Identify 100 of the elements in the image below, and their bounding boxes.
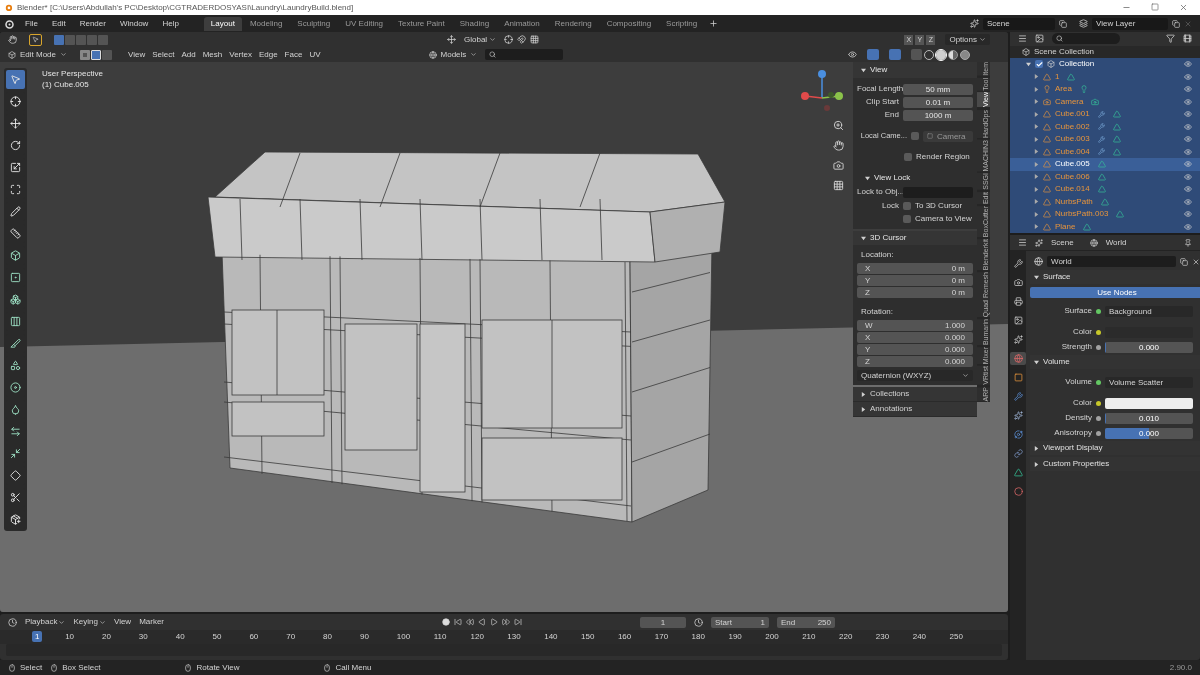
- outliner-item[interactable]: Collection: [1059, 58, 1095, 71]
- use-nodes-button[interactable]: Use Nodes: [1030, 287, 1200, 298]
- shading-button[interactable]: [948, 49, 958, 60]
- current-frame-marker[interactable]: 1: [32, 631, 43, 642]
- copy-icon[interactable]: [1172, 19, 1180, 28]
- globe-icon[interactable]: [1034, 257, 1043, 266]
- eye-icon[interactable]: [1184, 122, 1192, 131]
- filter-icon[interactable]: [1166, 34, 1175, 44]
- search-field[interactable]: [485, 49, 564, 60]
- shading-button[interactable]: [960, 49, 970, 60]
- menu-item[interactable]: Select: [152, 48, 175, 61]
- vector-field[interactable]: Y 0 m: [857, 275, 973, 286]
- number-slider[interactable]: 0.010: [1105, 412, 1193, 424]
- menu-item[interactable]: Face: [284, 48, 303, 61]
- workspace-tab[interactable]: Scripting: [659, 16, 705, 31]
- shading-button[interactable]: [936, 49, 946, 60]
- menu-item[interactable]: UV: [309, 48, 321, 61]
- outliner-row[interactable]: Cube.014: [1010, 183, 1200, 196]
- collection-dropdown[interactable]: Models: [424, 48, 482, 61]
- vector-field[interactable]: X 0.000: [857, 332, 973, 343]
- fast-forward-icon[interactable]: [502, 618, 511, 626]
- layers-icon[interactable]: [1079, 19, 1088, 28]
- eye-icon[interactable]: [1184, 172, 1192, 181]
- outliner-row[interactable]: Area: [1010, 83, 1200, 96]
- search-field[interactable]: [1052, 33, 1120, 45]
- vector-field[interactable]: Z 0 m: [857, 287, 973, 298]
- eye-icon[interactable]: [1184, 135, 1192, 144]
- camera-field[interactable]: Camera: [923, 130, 973, 142]
- workspace-tab[interactable]: Shading: [452, 16, 497, 31]
- checkbox[interactable]: [911, 132, 919, 140]
- workspace-tab[interactable]: Layout: [203, 16, 242, 31]
- menu-item[interactable]: Edge: [258, 48, 278, 61]
- eye-icon[interactable]: [1184, 110, 1192, 119]
- eye-icon[interactable]: [1184, 210, 1192, 219]
- number-field[interactable]: 0.01 m: [903, 96, 973, 108]
- orientation-dropdown[interactable]: Global: [460, 33, 501, 46]
- frame-field[interactable]: 1: [640, 616, 687, 628]
- view-layer-field[interactable]: View Layer: [1092, 17, 1168, 30]
- menu-item[interactable]: File: [22, 17, 41, 30]
- visibility-icon[interactable]: [848, 50, 857, 59]
- subpanel-header[interactable]: View Lock: [853, 172, 977, 184]
- selection-mode-button[interactable]: [54, 34, 64, 45]
- add-icon[interactable]: [709, 19, 719, 28]
- editor-type-icon[interactable]: [1018, 238, 1027, 247]
- workspace-tab[interactable]: Modeling: [242, 16, 290, 31]
- display-mode-icon[interactable]: [1018, 34, 1027, 44]
- workspace-tab[interactable]: Texture Paint: [391, 16, 452, 31]
- hand-icon[interactable]: [833, 140, 844, 151]
- checkbox[interactable]: [1035, 60, 1043, 69]
- panel-header[interactable]: View: [853, 62, 977, 78]
- snap-icon[interactable]: [530, 35, 540, 44]
- vector-field[interactable]: X 0 m: [857, 263, 973, 274]
- breadcrumb-item[interactable]: Scene: [1051, 236, 1074, 249]
- menu-item[interactable]: View: [128, 48, 146, 61]
- shader-dropdown[interactable]: Volume Scatter: [1105, 376, 1193, 388]
- menu-item[interactable]: Marker: [139, 616, 165, 628]
- menu-item[interactable]: Render: [76, 17, 109, 30]
- collapsed-arrow-icon[interactable]: [1034, 461, 1039, 467]
- menu-item[interactable]: Playback: [25, 616, 66, 628]
- jump-end-icon[interactable]: [514, 618, 523, 626]
- panel-header[interactable]: Collections: [853, 387, 977, 402]
- close-icon[interactable]: [1192, 257, 1200, 266]
- eye-icon[interactable]: [1184, 222, 1192, 231]
- menu-item[interactable]: Add: [181, 48, 196, 61]
- navigation-gizmo-drawing[interactable]: [799, 68, 845, 112]
- eye-icon[interactable]: [1184, 160, 1192, 169]
- eye-icon[interactable]: [1184, 60, 1192, 69]
- record-icon[interactable]: [442, 618, 451, 626]
- checkbox[interactable]: [903, 202, 911, 210]
- menu-item[interactable]: Help: [159, 17, 182, 30]
- menu-item[interactable]: Vertex: [229, 48, 252, 61]
- workspace-tab[interactable]: Compositing: [599, 16, 659, 31]
- outliner-row[interactable]: NurbsPath.003: [1010, 208, 1200, 221]
- magnet-icon[interactable]: [517, 35, 527, 44]
- eye-icon[interactable]: [1184, 197, 1192, 206]
- scene-icon[interactable]: [970, 19, 979, 28]
- checkbox[interactable]: [903, 215, 911, 223]
- hand-icon[interactable]: [8, 35, 17, 44]
- workspace-tab[interactable]: Rendering: [547, 16, 599, 31]
- jump-start-icon[interactable]: [454, 618, 463, 626]
- gizmo-toggle-button[interactable]: [867, 49, 879, 60]
- expanded-arrow-icon[interactable]: [1034, 274, 1039, 280]
- checkbox[interactable]: [904, 153, 912, 161]
- workspace-tab[interactable]: UV Editing: [338, 16, 391, 31]
- zoom-icon[interactable]: [833, 120, 844, 131]
- rotation-mode-dropdown[interactable]: Quaternion (WXYZ): [857, 370, 973, 381]
- grid-icon[interactable]: [833, 180, 844, 191]
- outliner-item[interactable]: Scene Collection: [1034, 45, 1095, 58]
- expanded-arrow-icon[interactable]: [1034, 359, 1039, 365]
- outliner-row[interactable]: Cube.005: [1010, 158, 1200, 171]
- pivot-icon[interactable]: [504, 35, 514, 44]
- menu-item[interactable]: Edit: [48, 17, 69, 30]
- xray-toggle-button[interactable]: [911, 49, 922, 60]
- outliner-row[interactable]: Cube.003: [1010, 133, 1200, 146]
- breadcrumb-item[interactable]: World: [1105, 236, 1127, 249]
- menu-item[interactable]: View: [113, 616, 132, 628]
- scene-field[interactable]: Scene: [983, 17, 1055, 30]
- end-frame-field[interactable]: End 250: [777, 616, 836, 628]
- select-tool-button[interactable]: [29, 33, 42, 46]
- copy-icon[interactable]: [1059, 19, 1067, 28]
